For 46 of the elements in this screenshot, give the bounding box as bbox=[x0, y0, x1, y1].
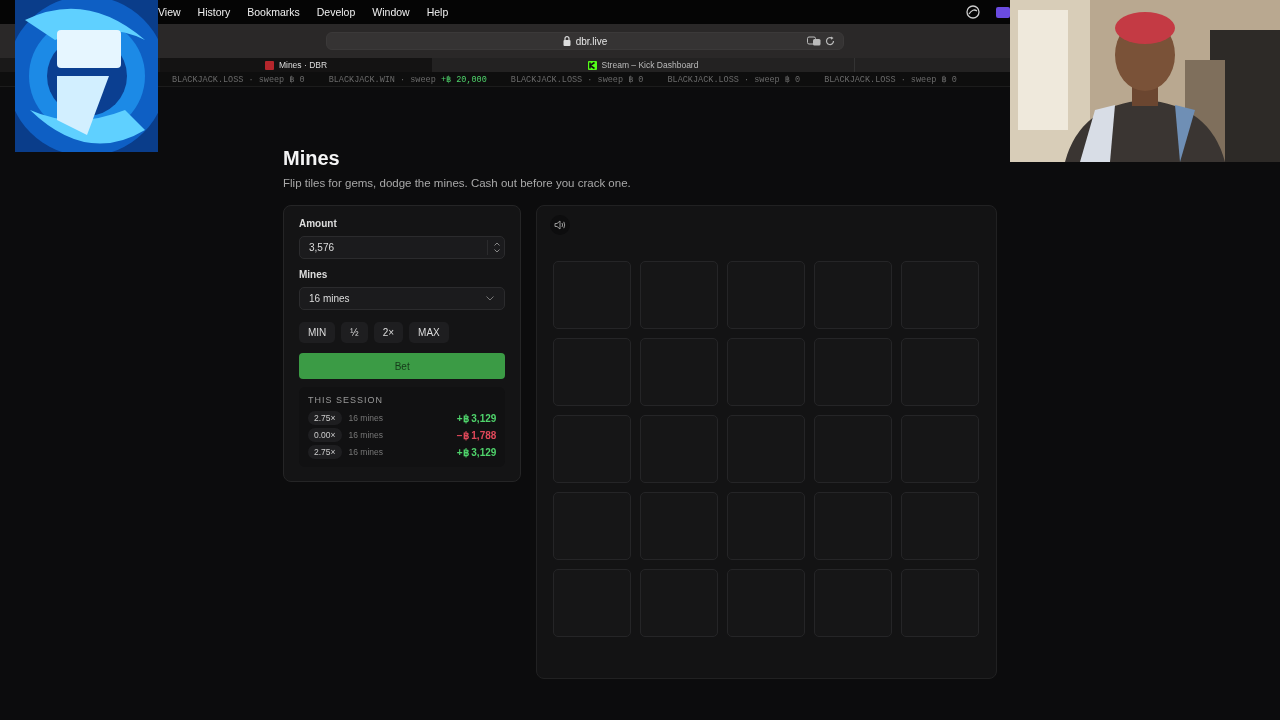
ticker-item: BLACKJACK.LOSS · sweep ฿ 0 bbox=[667, 73, 801, 85]
lock-icon bbox=[562, 36, 571, 46]
menu-item[interactable]: Bookmarks bbox=[247, 6, 300, 18]
session-result: +฿ 3,129 bbox=[456, 446, 497, 458]
browser-tab[interactable]: Mines · DBR bbox=[160, 58, 432, 72]
address-bar[interactable]: dbr.live bbox=[326, 32, 844, 50]
quick-bet-button[interactable]: ½ bbox=[341, 322, 368, 343]
session-result: +฿ 3,129 bbox=[456, 412, 497, 424]
multiplier-badge: 2.75× bbox=[308, 411, 342, 425]
field-label: Amount bbox=[299, 218, 338, 229]
favicon-icon bbox=[264, 60, 274, 70]
mines-dropdown[interactable]: 16 mines bbox=[299, 287, 506, 310]
ticker-item: BLACKJACK.LOSS · sweep ฿ 0 bbox=[824, 73, 957, 85]
ticker-item: BLACKJACK.LOSS · sweep ฿ 0 bbox=[172, 73, 305, 85]
session-result: −฿ 1,788 bbox=[456, 429, 497, 441]
multiplier-badge: 2.75× bbox=[308, 445, 342, 459]
address-text: dbr.live bbox=[575, 35, 608, 47]
reload-icon[interactable] bbox=[825, 36, 835, 46]
amount-field[interactable]: 3,576 bbox=[299, 236, 506, 259]
menu-item[interactable]: Help bbox=[426, 6, 449, 18]
mines-count: 16 mines bbox=[348, 447, 384, 457]
translate-icon[interactable] bbox=[807, 36, 821, 46]
speaker-icon bbox=[554, 220, 567, 230]
quick-bet-button[interactable]: MAX bbox=[409, 322, 449, 343]
menu-item[interactable]: Window bbox=[372, 6, 410, 18]
page-title: Mines bbox=[283, 147, 341, 170]
menu-item[interactable]: Develop bbox=[316, 6, 356, 18]
mines-count: 16 mines bbox=[348, 413, 384, 423]
status-icon[interactable] bbox=[966, 5, 980, 19]
session-title: THIS SESSION bbox=[308, 395, 384, 405]
menu-item[interactable]: View bbox=[158, 6, 181, 18]
menu-item[interactable]: History bbox=[197, 6, 231, 18]
ticker-item: BLACKJACK.WIN · sweep +฿ 20,000 bbox=[328, 73, 487, 85]
quick-bet-button[interactable]: 2× bbox=[373, 322, 404, 343]
multiplier-badge: 0.00× bbox=[308, 428, 342, 442]
sound-button[interactable] bbox=[550, 215, 571, 235]
chevron-icon bbox=[486, 296, 495, 301]
page-subtitle: Flip tiles for gems, dodge the mines. Cash out before you crack one. bbox=[283, 177, 632, 189]
ticker-item: BLACKJACK.LOSS · sweep ฿ 0 bbox=[510, 73, 644, 85]
stepper-icon[interactable] bbox=[487, 240, 501, 255]
mines-count: 16 mines bbox=[348, 430, 384, 440]
browser-tab[interactable]: Stream – Kick Dashboard bbox=[432, 58, 854, 72]
bet-button[interactable]: Bet bbox=[299, 353, 506, 379]
quick-bet-button[interactable]: MIN bbox=[299, 322, 336, 343]
favicon-icon bbox=[587, 60, 597, 70]
field-label: Mines bbox=[299, 269, 329, 280]
